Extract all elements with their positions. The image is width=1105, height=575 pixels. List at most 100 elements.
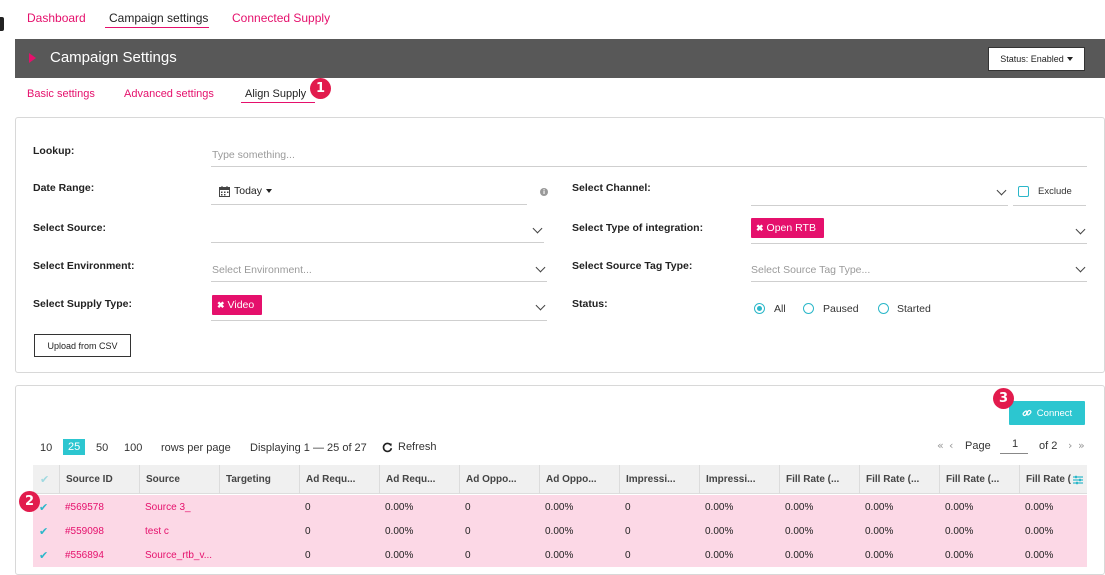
- select-source-dropdown[interactable]: [211, 242, 544, 243]
- column-header[interactable]: Fill Rate (...: [1019, 465, 1071, 494]
- remove-tag-icon[interactable]: ✖: [217, 300, 225, 311]
- select-source-tag-type-dropdown[interactable]: Select Source Tag Type...: [751, 264, 870, 276]
- column-header[interactable]: Impressi...: [699, 465, 779, 494]
- remove-tag-icon[interactable]: ✖: [756, 223, 764, 234]
- table-row[interactable]: ✔ #559098 test c 0 0.00% 0 0.00% 0 0.00%…: [33, 519, 1087, 543]
- source-name-link[interactable]: test c: [139, 519, 219, 543]
- select-environment-underline: [211, 281, 547, 282]
- page-number-input[interactable]: 1: [1012, 438, 1018, 450]
- table-cell: 0.00%: [385, 549, 414, 561]
- status-radio-all[interactable]: [754, 303, 765, 314]
- status-radio-started[interactable]: [878, 303, 889, 314]
- table-cell: 0.00%: [865, 525, 894, 537]
- column-header[interactable]: Source: [139, 465, 219, 494]
- integration-tag[interactable]: ✖ Open RTB: [751, 218, 824, 238]
- table-cell: 0.00%: [865, 549, 894, 561]
- row-check-icon[interactable]: ✔: [39, 525, 48, 538]
- column-header[interactable]: Impressi...: [619, 465, 699, 494]
- refresh-button[interactable]: Refresh: [382, 441, 437, 453]
- table-row[interactable]: ✔ #556894 Source_rtb_v... 0 0.00% 0 0.00…: [33, 543, 1087, 567]
- source-name-link[interactable]: Source_rtb_v...: [139, 543, 219, 567]
- table-cell: 0: [305, 549, 311, 561]
- select-source-tag-type-label: Select Source Tag Type:: [572, 260, 693, 272]
- select-environment-label: Select Environment:: [33, 260, 135, 272]
- table-cell: [219, 519, 299, 543]
- campaign-settings-header: Campaign Settings Status: Enabled: [15, 39, 1105, 78]
- caret-down-icon: [1066, 57, 1073, 61]
- next-page-icon[interactable]: ›: [1068, 439, 1072, 452]
- page-input-underline: [1000, 453, 1028, 454]
- nav-campaign-settings[interactable]: Campaign settings: [109, 11, 208, 25]
- table-cell: 0.00%: [945, 525, 974, 537]
- rows-per-page-50[interactable]: 50: [96, 442, 108, 454]
- select-all-check-icon[interactable]: ✔: [40, 473, 49, 486]
- first-page-icon[interactable]: «: [937, 439, 944, 452]
- annotation-marker-2: 2: [19, 491, 40, 512]
- status-option-paused: Paused: [823, 303, 859, 315]
- caret-down-icon: [266, 189, 273, 193]
- tab-basic-settings[interactable]: Basic settings: [27, 88, 95, 100]
- column-header[interactable]: Ad Oppo...: [459, 465, 539, 494]
- status-dropdown-button[interactable]: Status: Enabled: [988, 47, 1085, 71]
- column-header[interactable]: Source ID: [59, 465, 139, 494]
- status-option-started: Started: [897, 303, 931, 315]
- table-cell: 0.00%: [545, 549, 574, 561]
- collapse-triangle-icon[interactable]: [29, 53, 36, 63]
- connect-button[interactable]: Connect: [1009, 401, 1085, 425]
- select-environment-dropdown[interactable]: Select Environment...: [212, 264, 312, 276]
- info-icon[interactable]: i: [540, 188, 548, 196]
- table-cell: 0.00%: [545, 525, 574, 537]
- exclude-label: Exclude: [1038, 186, 1072, 197]
- connect-button-label: Connect: [1036, 407, 1073, 419]
- select-channel-dropdown[interactable]: [751, 205, 1008, 206]
- page-total: of 2: [1039, 440, 1058, 452]
- table-cell: [219, 495, 299, 519]
- table-cell: 0.00%: [785, 525, 814, 537]
- column-header[interactable]: Fill Rate (...: [939, 465, 1019, 494]
- nav-connected-supply[interactable]: Connected Supply: [232, 11, 330, 25]
- lookup-underline: [211, 166, 1087, 167]
- window-edge: [0, 17, 4, 31]
- nav-dashboard[interactable]: Dashboard: [27, 11, 86, 25]
- supply-type-tag[interactable]: ✖ Video: [212, 295, 263, 315]
- tab-advanced-settings[interactable]: Advanced settings: [124, 88, 214, 100]
- rows-per-page-10[interactable]: 10: [40, 442, 52, 454]
- last-page-icon[interactable]: »: [1078, 439, 1085, 452]
- column-header[interactable]: Ad Requ...: [379, 465, 459, 494]
- lookup-input[interactable]: Type something...: [212, 149, 295, 161]
- row-check-icon[interactable]: ✔: [39, 549, 48, 562]
- status-radio-paused[interactable]: [803, 303, 814, 314]
- filter-panel: [15, 117, 1105, 373]
- table-cell: 0: [625, 549, 631, 561]
- row-check-icon[interactable]: ✔: [39, 501, 48, 514]
- date-range-label: Date Range:: [33, 182, 95, 194]
- column-settings-icon[interactable]: [1073, 475, 1083, 485]
- source-id-link[interactable]: #569578: [59, 495, 139, 519]
- table-cell: 0.00%: [945, 501, 974, 513]
- table-cell: 0: [465, 549, 471, 561]
- column-header[interactable]: Ad Requ...: [299, 465, 379, 494]
- column-header[interactable]: Fill Rate (...: [779, 465, 859, 494]
- table-cell: 0.00%: [705, 525, 734, 537]
- select-channel-label: Select Channel:: [572, 182, 651, 194]
- table-row[interactable]: ✔ #569578 Source 3_ 0 0.00% 0 0.00% 0 0.…: [33, 495, 1087, 519]
- source-name-link[interactable]: Source 3_: [139, 495, 219, 519]
- tab-align-supply[interactable]: Align Supply: [245, 88, 306, 100]
- rows-per-page-100[interactable]: 100: [124, 442, 142, 454]
- upload-csv-button[interactable]: Upload from CSV: [34, 334, 131, 357]
- column-header[interactable]: Fill Rate (...: [859, 465, 939, 494]
- date-range-value: Today: [234, 185, 263, 197]
- table-cell: 0: [625, 525, 631, 537]
- link-icon: [1022, 409, 1032, 417]
- prev-page-icon[interactable]: ‹: [949, 439, 953, 452]
- date-range-dropdown[interactable]: Today: [219, 185, 273, 197]
- source-id-link[interactable]: #556894: [59, 543, 139, 567]
- source-id-link[interactable]: #559098: [59, 519, 139, 543]
- table-cell: 0: [465, 525, 471, 537]
- status-button-label: Status: Enabled: [1000, 54, 1064, 64]
- exclude-checkbox[interactable]: [1018, 186, 1029, 197]
- rows-per-page-25[interactable]: 25: [63, 439, 86, 455]
- column-header[interactable]: Targeting: [219, 465, 299, 494]
- nav-active-underline: [105, 27, 209, 28]
- column-header[interactable]: Ad Oppo...: [539, 465, 619, 494]
